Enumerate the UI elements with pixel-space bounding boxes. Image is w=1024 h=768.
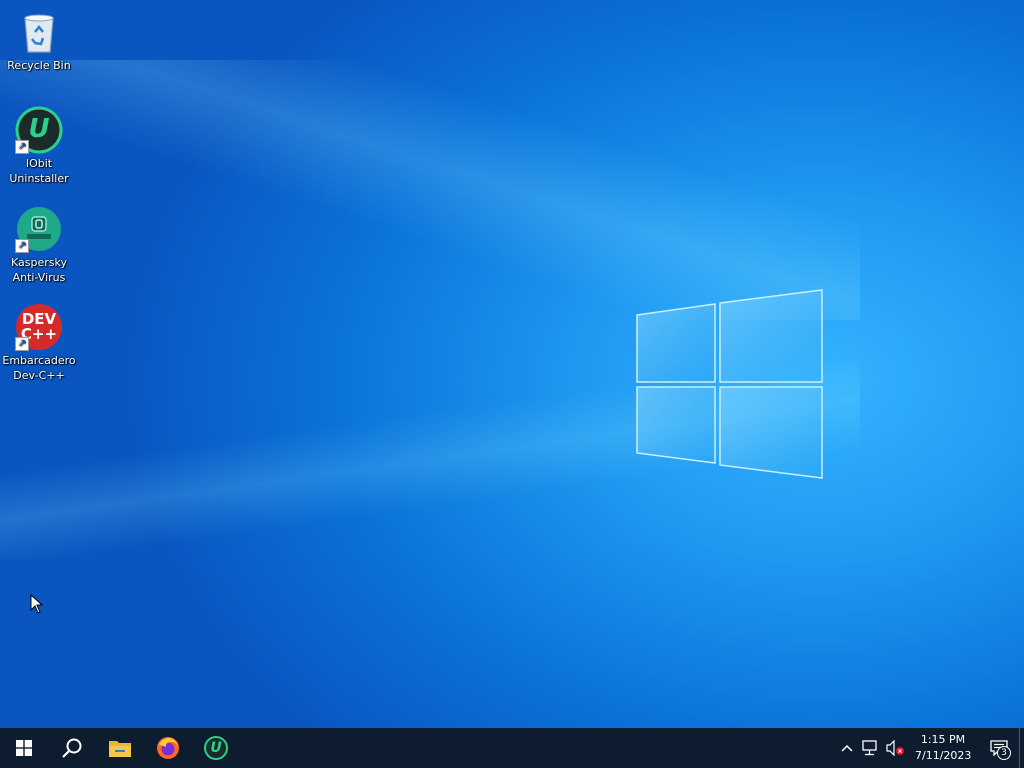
desktop-icon-kaspersky[interactable]: ↗ Kaspersky Anti-Virus bbox=[2, 205, 76, 285]
volume-tray-button[interactable] bbox=[883, 728, 907, 768]
shortcut-arrow-icon: ↗ bbox=[15, 140, 29, 154]
taskbar-file-explorer[interactable] bbox=[96, 728, 144, 768]
desktop-icon-label: Kaspersky bbox=[11, 256, 67, 269]
windows-wallpaper-logo bbox=[636, 289, 823, 479]
search-icon bbox=[62, 738, 82, 758]
recycle-bin-icon bbox=[15, 8, 63, 56]
taskbar-firefox[interactable] bbox=[144, 728, 192, 768]
desktop-icon-iobit-uninstaller[interactable]: U ↗ IObit Uninstaller bbox=[2, 106, 76, 186]
mouse-cursor-icon bbox=[30, 594, 44, 614]
iobit-uninstaller-icon: U ↗ bbox=[15, 106, 63, 154]
taskbar-clock[interactable]: 1:15 PM 7/11/2023 bbox=[907, 732, 979, 764]
show-hidden-icons-button[interactable] bbox=[835, 728, 859, 768]
system-tray: 1:15 PM 7/11/2023 3 bbox=[835, 728, 1024, 768]
kaspersky-icon: ↗ bbox=[15, 205, 63, 253]
volume-muted-icon bbox=[886, 740, 904, 756]
iobit-letter: U bbox=[28, 114, 50, 144]
devcpp-icon: DEV C++ ↗ bbox=[15, 303, 63, 351]
notification-count-badge: 3 bbox=[997, 746, 1011, 760]
desktop-icon-label: Recycle Bin bbox=[7, 59, 71, 72]
desktop-icon-recycle-bin[interactable]: Recycle Bin bbox=[2, 8, 76, 73]
action-center-button[interactable]: 3 bbox=[979, 728, 1019, 768]
taskbar: U 1:15 PM 7/11/2023 3 bbox=[0, 728, 1024, 768]
clock-time: 1:15 PM bbox=[920, 733, 966, 746]
desktop-icon-label: Uninstaller bbox=[9, 172, 69, 185]
desktop-icon-label: Embarcadero bbox=[2, 354, 76, 367]
wallpaper-light-beam bbox=[0, 60, 860, 320]
chevron-up-icon bbox=[841, 744, 853, 752]
desktop-icon-label: IObit bbox=[25, 157, 53, 170]
taskbar-iobit-uninstaller[interactable]: U bbox=[192, 728, 240, 768]
clock-date: 7/11/2023 bbox=[915, 749, 972, 762]
iobit-uninstaller-icon: U bbox=[204, 736, 228, 760]
desktop-icon-label: Dev-C++ bbox=[13, 369, 65, 382]
windows-icon bbox=[16, 740, 32, 756]
desktop-icon-label: Anti-Virus bbox=[12, 271, 66, 284]
search-button[interactable] bbox=[48, 728, 96, 768]
firefox-icon bbox=[157, 737, 179, 759]
show-desktop-button[interactable] bbox=[1019, 728, 1024, 768]
start-button[interactable] bbox=[0, 728, 48, 768]
desktop-icon-devcpp[interactable]: DEV C++ ↗ Embarcadero Dev-C++ bbox=[2, 303, 76, 383]
network-tray-button[interactable] bbox=[859, 728, 883, 768]
network-icon bbox=[862, 740, 877, 756]
shortcut-arrow-icon: ↗ bbox=[15, 239, 29, 253]
folder-icon bbox=[109, 741, 131, 757]
shortcut-arrow-icon: ↗ bbox=[15, 337, 29, 351]
